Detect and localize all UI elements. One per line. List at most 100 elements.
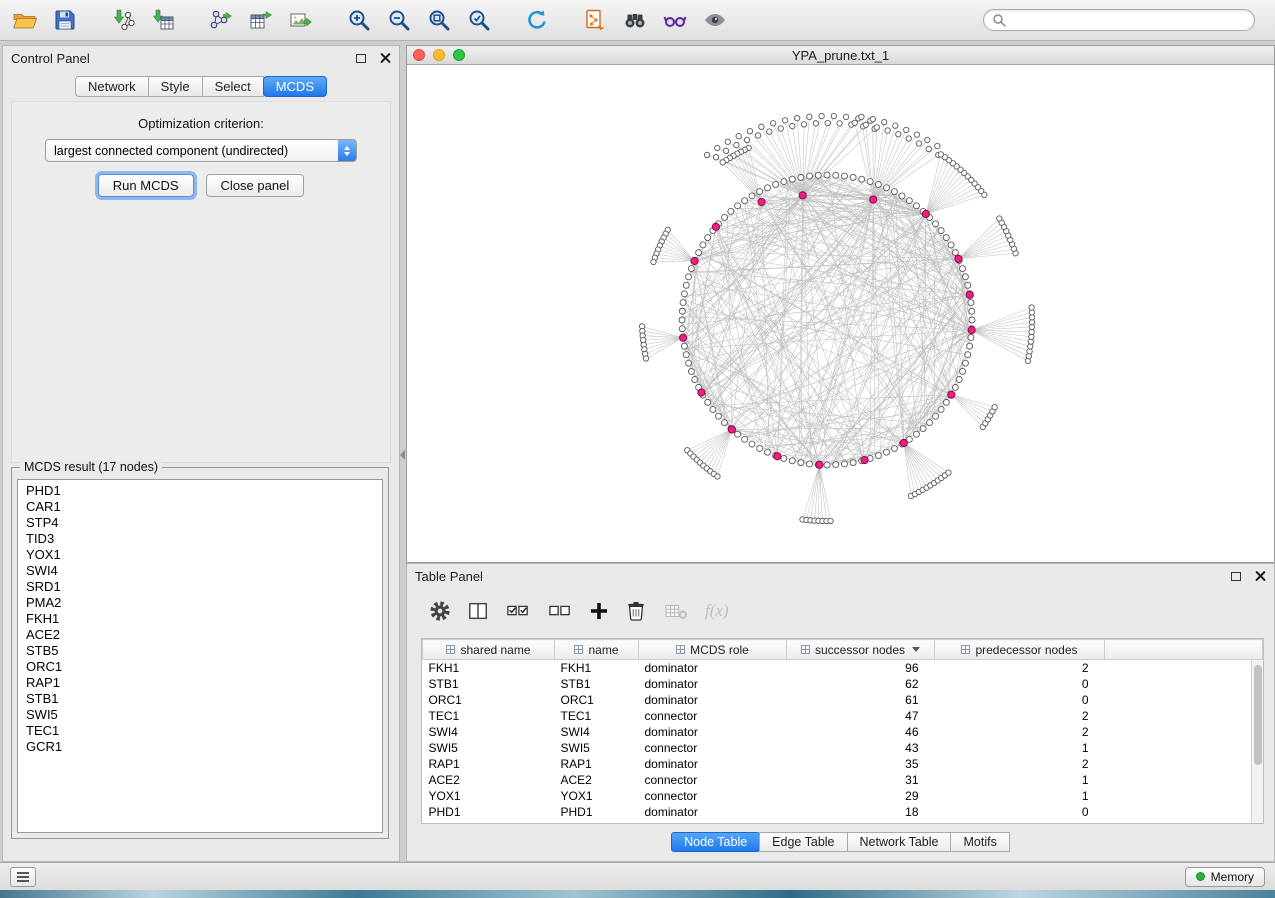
import-network-button[interactable]	[108, 5, 138, 35]
gear-icon	[429, 600, 451, 622]
window-minimize-button[interactable]	[433, 49, 445, 61]
show-hide-button[interactable]	[700, 5, 730, 35]
column-grid-icon	[961, 645, 970, 654]
mcds-result-item[interactable]: PMA2	[18, 595, 382, 611]
zoom-in-button[interactable]	[344, 5, 374, 35]
tab-node-table[interactable]: Node Table	[671, 832, 760, 852]
mcds-result-item[interactable]: PHD1	[18, 483, 382, 499]
tab-mcds[interactable]: MCDS	[263, 76, 327, 97]
table-row[interactable]: ACE2ACE2connector311	[423, 772, 1263, 788]
deselect-all-button[interactable]	[547, 600, 573, 622]
memory-button[interactable]: Memory	[1185, 867, 1265, 887]
tab-select[interactable]: Select	[202, 76, 264, 97]
mcds-result-title: MCDS result (17 nodes)	[20, 460, 162, 474]
tab-network-table[interactable]: Network Table	[847, 832, 952, 852]
close-table-panel-icon[interactable]	[1255, 571, 1266, 582]
save-session-button[interactable]	[50, 5, 80, 35]
table-row[interactable]: PHD1PHD1dominator180	[423, 804, 1263, 820]
mcds-result-box: MCDS result (17 nodes) PHD1CAR1STP4TID3Y…	[11, 467, 389, 839]
find-button[interactable]	[620, 5, 650, 35]
float-table-panel-icon[interactable]	[1231, 572, 1241, 581]
mcds-result-item[interactable]: ORC1	[18, 659, 382, 675]
table-row[interactable]: RAP1RAP1dominator352	[423, 756, 1263, 772]
memory-label: Memory	[1211, 870, 1254, 884]
scrollbar-thumb[interactable]	[1254, 665, 1262, 765]
close-panel-icon[interactable]	[380, 53, 391, 64]
mcds-result-item[interactable]: RAP1	[18, 675, 382, 691]
column-header-successor-nodes[interactable]: successor nodes	[787, 640, 935, 660]
delete-column-button[interactable]	[625, 600, 647, 622]
mcds-result-item[interactable]: ACE2	[18, 627, 382, 643]
column-menu-caret[interactable]	[912, 647, 920, 652]
search-input[interactable]	[1006, 13, 1246, 27]
control-panel-title: Control Panel	[11, 51, 90, 66]
table-scrollbar[interactable]	[1251, 660, 1263, 823]
tab-network[interactable]: Network	[75, 76, 149, 97]
tab-edge-table[interactable]: Edge Table	[759, 832, 847, 852]
column-header-shared-name[interactable]: shared name	[423, 640, 555, 660]
zoom-selected-button[interactable]	[464, 5, 494, 35]
export-image-button[interactable]	[286, 5, 316, 35]
export-table-button[interactable]	[246, 5, 276, 35]
mcds-result-item[interactable]: STB1	[18, 691, 382, 707]
show-columns-button[interactable]	[467, 600, 489, 622]
mcds-result-item[interactable]: FKH1	[18, 611, 382, 627]
application-window: Control Panel NetworkStyleSelectMCDS Opt…	[0, 0, 1275, 898]
duplicate-network-button[interactable]	[580, 5, 610, 35]
select-all-button[interactable]	[505, 600, 531, 622]
export-network-button[interactable]	[206, 5, 236, 35]
optimization-criterion-label: Optimization criterion:	[12, 116, 390, 131]
column-grid-icon	[446, 645, 455, 654]
table-row[interactable]: FKH1FKH1dominator962	[423, 660, 1263, 676]
zoom-out-button[interactable]	[384, 5, 414, 35]
run-mcds-button[interactable]: Run MCDS	[98, 174, 194, 197]
mcds-result-item[interactable]: GCR1	[18, 739, 382, 755]
close-panel-button[interactable]: Close panel	[206, 174, 305, 197]
node-table-container: shared namenameMCDS rolesuccessor nodesp…	[421, 638, 1264, 824]
table-row[interactable]: STB1STB1dominator620	[423, 676, 1263, 692]
network-window-titlebar[interactable]: YPA_prune.txt_1	[407, 46, 1274, 65]
status-bar: Memory	[0, 862, 1275, 890]
mcds-result-item[interactable]: STP4	[18, 515, 382, 531]
window-zoom-button[interactable]	[453, 49, 465, 61]
mcds-result-item[interactable]: TEC1	[18, 723, 382, 739]
zoom-fit-button[interactable]	[424, 5, 454, 35]
open-folder-icon	[12, 8, 38, 32]
binoculars-icon	[623, 8, 647, 32]
table-row[interactable]: SWI4SWI4dominator462	[423, 724, 1263, 740]
table-row[interactable]: TEC1TEC1connector472	[423, 708, 1263, 724]
table-row[interactable]: YOX1YOX1connector291	[423, 788, 1263, 804]
network-canvas[interactable]	[407, 65, 1274, 562]
table-settings-button[interactable]	[429, 600, 451, 622]
function-icon: f(x)	[705, 601, 729, 621]
delete-table-button	[663, 600, 689, 622]
import-table-button[interactable]	[148, 5, 178, 35]
glasses-icon	[663, 8, 687, 32]
column-header-mcds-role[interactable]: MCDS role	[639, 640, 787, 660]
table-row[interactable]: ORC1ORC1dominator610	[423, 692, 1263, 708]
column-header-name[interactable]: name	[555, 640, 639, 660]
mcds-result-item[interactable]: YOX1	[18, 547, 382, 563]
mcds-result-item[interactable]: TID3	[18, 531, 382, 547]
tab-motifs[interactable]: Motifs	[950, 832, 1009, 852]
mcds-result-item[interactable]: CAR1	[18, 499, 382, 515]
mcds-result-item[interactable]: SRD1	[18, 579, 382, 595]
glasses-button[interactable]	[660, 5, 690, 35]
float-panel-icon[interactable]	[356, 54, 366, 63]
trash-icon	[625, 600, 647, 622]
import-network-icon	[111, 8, 135, 32]
refresh-view-button[interactable]	[522, 5, 552, 35]
mcds-result-item[interactable]: SWI4	[18, 563, 382, 579]
mcds-result-item[interactable]: STB5	[18, 643, 382, 659]
window-close-button[interactable]	[413, 49, 425, 61]
table-row[interactable]: SWI5SWI5connector431	[423, 740, 1263, 756]
zoom-selected-icon	[467, 8, 491, 32]
open-session-button[interactable]	[10, 5, 40, 35]
function-builder-button: f(x)	[705, 601, 729, 621]
column-header-predecessor-nodes[interactable]: predecessor nodes	[935, 640, 1105, 660]
criterion-dropdown[interactable]: largest connected component (undirected)	[45, 139, 357, 162]
mcds-result-item[interactable]: SWI5	[18, 707, 382, 723]
tab-style[interactable]: Style	[148, 76, 203, 97]
panel-menu-button[interactable]	[10, 867, 36, 887]
add-column-button[interactable]	[589, 601, 609, 621]
